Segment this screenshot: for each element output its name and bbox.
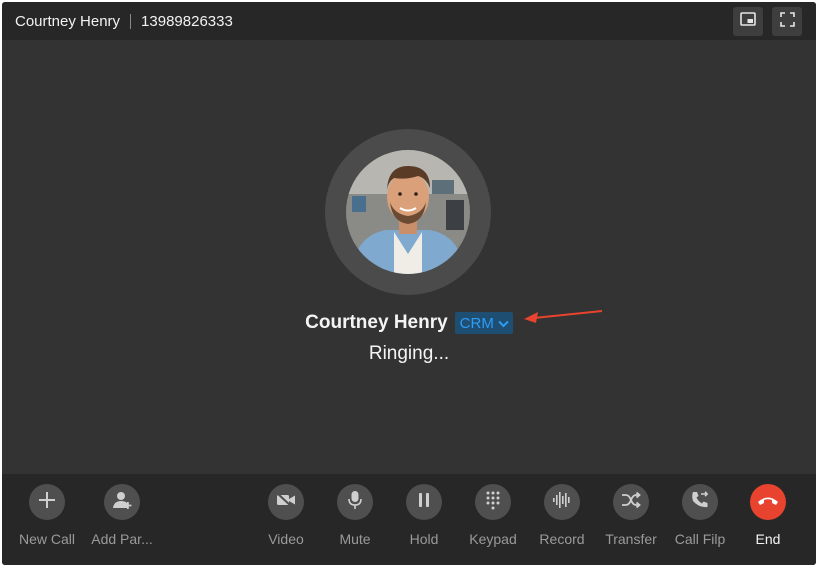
add-participant-button[interactable]: Add Par... xyxy=(87,484,157,547)
end-call-label: End xyxy=(755,531,781,547)
call-flip-button[interactable]: Call Filp xyxy=(665,484,735,547)
keypad-button[interactable]: Keypad xyxy=(458,484,528,547)
microphone-icon xyxy=(347,490,363,515)
phone-flip-icon xyxy=(690,490,710,515)
call-flip-circle xyxy=(682,484,718,520)
hold-circle xyxy=(406,484,442,520)
call-toolbar: New Call Add Par... Video Mute Hold Keyp… xyxy=(2,474,816,565)
window-actions xyxy=(733,7,802,36)
crm-dropdown[interactable]: CRM xyxy=(454,312,513,334)
record-button[interactable]: Record xyxy=(527,484,597,547)
new-call-button[interactable]: New Call xyxy=(12,484,82,547)
transfer-label: Transfer xyxy=(605,531,657,547)
end-call-circle xyxy=(750,484,786,520)
call-stage: Courtney Henry CRM Ringing... xyxy=(2,40,816,474)
new-call-circle xyxy=(29,484,65,520)
add-participant-label: Add Par... xyxy=(91,531,153,547)
keypad-circle xyxy=(475,484,511,520)
add-participant-icon xyxy=(112,490,132,515)
caller-name: Courtney Henry xyxy=(305,312,448,333)
chevron-down-icon xyxy=(498,315,509,332)
call-flip-label: Call Filp xyxy=(674,531,726,547)
title-contact-name: Courtney Henry xyxy=(15,12,121,30)
record-circle xyxy=(544,484,580,520)
avatar-ring xyxy=(325,129,491,295)
picture-in-picture-icon xyxy=(740,12,756,31)
mute-circle xyxy=(337,484,373,520)
hold-button[interactable]: Hold xyxy=(389,484,459,547)
video-off-icon xyxy=(276,491,296,513)
new-call-label: New Call xyxy=(18,531,75,547)
transfer-circle xyxy=(613,484,649,520)
title-bar: Courtney Henry 13989826333 xyxy=(2,2,816,40)
keypad-label: Keypad xyxy=(469,531,517,547)
plus-icon xyxy=(38,491,56,514)
video-label: Video xyxy=(268,531,304,547)
mute-label: Mute xyxy=(339,531,371,547)
shuffle-icon xyxy=(621,491,641,513)
hold-label: Hold xyxy=(409,531,439,547)
waveform-icon xyxy=(552,491,572,514)
call-window: Courtney Henry 13989826333 Courtney Henr… xyxy=(2,2,816,565)
annotation-arrow-icon xyxy=(524,310,603,323)
title-phone-number: 13989826333 xyxy=(141,12,233,30)
video-circle xyxy=(268,484,304,520)
crm-label: CRM xyxy=(459,314,494,332)
transfer-button[interactable]: Transfer xyxy=(596,484,666,547)
call-status: Ringing... xyxy=(368,343,450,364)
picture-in-picture-button[interactable] xyxy=(733,7,763,36)
video-button[interactable]: Video xyxy=(251,484,321,547)
caller-info: Courtney Henry CRM xyxy=(2,312,816,334)
record-label: Record xyxy=(539,531,585,547)
fullscreen-button[interactable] xyxy=(772,7,802,36)
hang-up-icon xyxy=(757,493,779,511)
fullscreen-icon xyxy=(779,11,795,32)
mute-button[interactable]: Mute xyxy=(320,484,390,547)
end-call-button[interactable]: End xyxy=(733,484,803,547)
keypad-icon xyxy=(485,490,501,515)
add-participant-circle xyxy=(104,484,140,520)
caller-avatar xyxy=(346,150,470,274)
title-divider xyxy=(130,13,132,29)
pause-icon xyxy=(417,492,431,513)
